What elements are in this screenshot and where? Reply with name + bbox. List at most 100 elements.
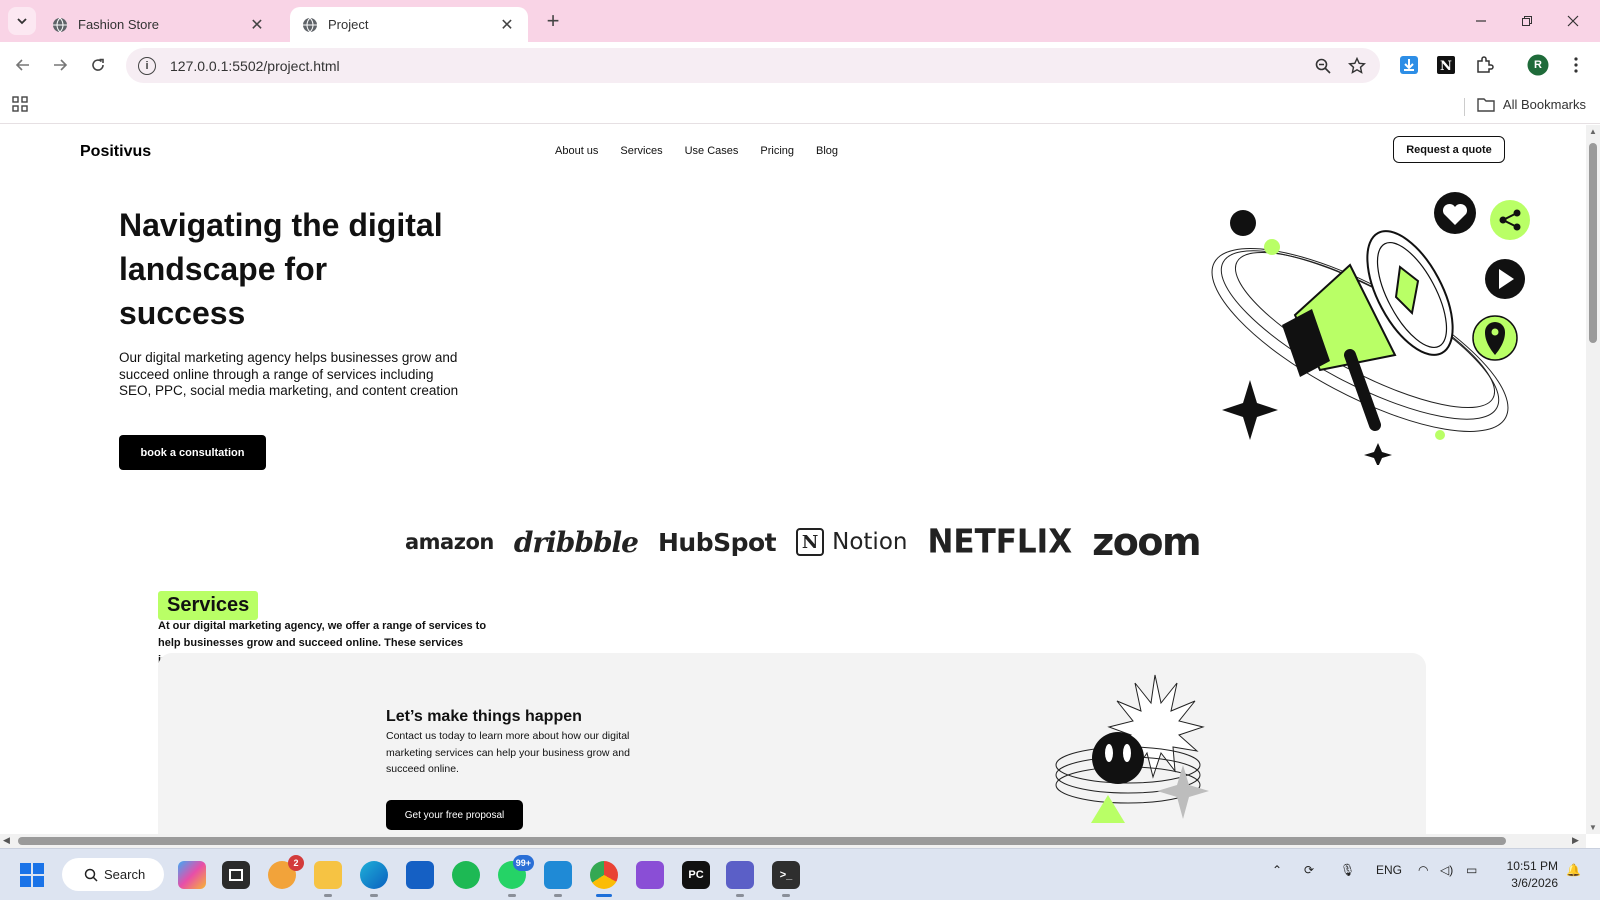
site-logo[interactable]: Positivus: [80, 143, 151, 161]
logo-hubspot: HubSpot: [657, 527, 777, 557]
tab-fashion-store[interactable]: Fashion Store ✕: [40, 7, 278, 42]
tab-title: Fashion Store: [78, 17, 159, 32]
extensions-puzzle-icon[interactable]: [1472, 53, 1496, 77]
bookmarks-bar: All Bookmarks: [0, 88, 1600, 124]
horizontal-scroll-thumb[interactable]: [18, 837, 1506, 845]
partner-logos: amazon dribbble HubSpot N Notion NETFLIX …: [405, 520, 1220, 564]
globe-icon: [53, 17, 67, 32]
arrow-right-icon: [54, 59, 68, 71]
star-sparkle-small: [1364, 443, 1392, 465]
restore-button[interactable]: [1504, 6, 1550, 36]
close-icon[interactable]: ✕: [498, 15, 516, 35]
search-label: Search: [104, 867, 146, 882]
star-icon[interactable]: [1346, 55, 1368, 77]
nav-link-services[interactable]: Services: [620, 145, 662, 157]
download-icon[interactable]: [1397, 53, 1421, 77]
logo-zoom: zoom: [1092, 520, 1201, 564]
tab-search-button[interactable]: [8, 7, 36, 35]
file-explorer-icon[interactable]: [314, 861, 342, 897]
url-text[interactable]: 127.0.0.1:5502/project.html: [170, 58, 1312, 74]
cta-title: Let’s make things happen: [386, 708, 582, 725]
zoom-icon[interactable]: [1312, 55, 1334, 77]
volume-icon[interactable]: ◁): [1440, 863, 1453, 877]
green-dot: [1264, 239, 1280, 255]
task-view-icon[interactable]: [222, 861, 250, 889]
megaphone-illustration: [1211, 192, 1530, 465]
minimize-button[interactable]: [1458, 6, 1504, 36]
pycharm-icon[interactable]: PC: [682, 861, 710, 889]
whatsapp-icon[interactable]: 99+: [498, 855, 534, 897]
folder-icon: [1477, 98, 1495, 112]
new-tab-button[interactable]: +: [540, 8, 566, 34]
back-button[interactable]: [9, 51, 37, 79]
spotify-icon[interactable]: [452, 861, 480, 889]
clock-date: 3/6/2026: [1511, 876, 1558, 890]
weather-icon[interactable]: 2: [268, 855, 304, 889]
close-icon[interactable]: ✕: [248, 15, 266, 35]
address-bar[interactable]: i 127.0.0.1:5502/project.html: [126, 48, 1380, 83]
book-consultation-button[interactable]: book a consultation: [119, 435, 266, 470]
vscode-icon[interactable]: [544, 861, 572, 897]
location-pin-icon: [1472, 315, 1518, 361]
copilot-icon[interactable]: [178, 861, 206, 889]
nav-link-about[interactable]: About us: [555, 145, 598, 157]
close-window-button[interactable]: [1550, 6, 1596, 36]
weather-badge: 2: [288, 855, 304, 871]
start-button[interactable]: [20, 863, 44, 892]
site-info-icon[interactable]: i: [138, 56, 156, 75]
apps-grid-icon[interactable]: [12, 96, 28, 117]
taskbar-search[interactable]: Search: [62, 858, 164, 891]
notification-bell-icon[interactable]: 🔔: [1566, 863, 1581, 877]
battery-icon[interactable]: ▭: [1466, 863, 1477, 877]
hero-description: Our digital marketing agency helps busin…: [119, 350, 459, 398]
logo-dribbble: dribbble: [513, 525, 639, 559]
horizontal-scrollbar[interactable]: ◀ ▶: [0, 834, 1586, 848]
nav-link-blog[interactable]: Blog: [816, 145, 838, 157]
clock-time: 10:51 PM: [1506, 859, 1558, 873]
all-bookmarks-label: All Bookmarks: [1502, 97, 1586, 112]
sync-icon[interactable]: ⟳: [1304, 863, 1314, 877]
windows-logo-icon: [20, 863, 44, 887]
edge-icon[interactable]: [360, 861, 388, 897]
nav-link-use-cases[interactable]: Use Cases: [685, 145, 739, 157]
chevron-up-icon[interactable]: ⌃: [1272, 863, 1282, 877]
profile-avatar[interactable]: R: [1526, 53, 1550, 77]
more-menu-icon[interactable]: [1564, 53, 1588, 77]
request-quote-button[interactable]: Request a quote: [1393, 136, 1505, 163]
chrome-icon[interactable]: [590, 861, 618, 897]
cta-card: Let’s make things happen Contact us toda…: [158, 653, 1426, 834]
logo-notion: N Notion: [796, 528, 907, 556]
clock[interactable]: 10:51 PM 3/6/2026: [1502, 858, 1558, 892]
vertical-scrollbar[interactable]: ▲ ▼: [1586, 125, 1600, 834]
language-indicator[interactable]: ENG: [1376, 863, 1402, 877]
hero-title: Navigating the digital landscape for suc…: [119, 207, 443, 331]
reload-icon: [92, 58, 104, 71]
vertical-scroll-thumb[interactable]: [1589, 143, 1597, 343]
teams-icon[interactable]: [726, 861, 754, 897]
reload-button[interactable]: [84, 51, 112, 79]
windows-taskbar: Search 2 99+ PC >_ ⌃ ⟳ 🎙 ENG ◠ ◁) ▭ 10:5…: [0, 848, 1600, 900]
notion-extension-icon[interactable]: N: [1434, 53, 1458, 77]
free-proposal-button[interactable]: Get your free proposal: [386, 800, 523, 830]
scroll-down-icon[interactable]: ▼: [1589, 823, 1597, 832]
wifi-icon[interactable]: ◠: [1418, 863, 1428, 877]
browser-toolbar: i 127.0.0.1:5502/project.html N R: [0, 42, 1600, 88]
scroll-right-icon[interactable]: ▶: [1572, 835, 1579, 846]
nav-link-pricing[interactable]: Pricing: [760, 145, 794, 157]
microsoft-store-icon[interactable]: [406, 861, 434, 889]
minimize-icon: [1476, 20, 1486, 22]
scroll-up-icon[interactable]: ▲: [1589, 127, 1597, 136]
cta-text: Contact us today to learn more about how…: [386, 730, 630, 775]
logo-amazon: amazon: [405, 530, 494, 554]
scroll-left-icon[interactable]: ◀: [3, 835, 10, 846]
microphone-muted-icon[interactable]: 🎙: [1340, 863, 1355, 877]
logo-notion-text: Notion: [832, 529, 908, 555]
terminal-icon[interactable]: >_: [772, 861, 800, 897]
page-viewport: Positivus About us Services Use Cases Pr…: [0, 125, 1586, 834]
all-bookmarks-button[interactable]: All Bookmarks: [1477, 97, 1586, 112]
green-dot-small: [1435, 430, 1445, 440]
forward-button[interactable]: [46, 51, 74, 79]
visual-studio-icon[interactable]: [636, 861, 664, 889]
chevron-down-icon: [17, 18, 27, 25]
tab-project[interactable]: Project ✕: [290, 7, 528, 42]
